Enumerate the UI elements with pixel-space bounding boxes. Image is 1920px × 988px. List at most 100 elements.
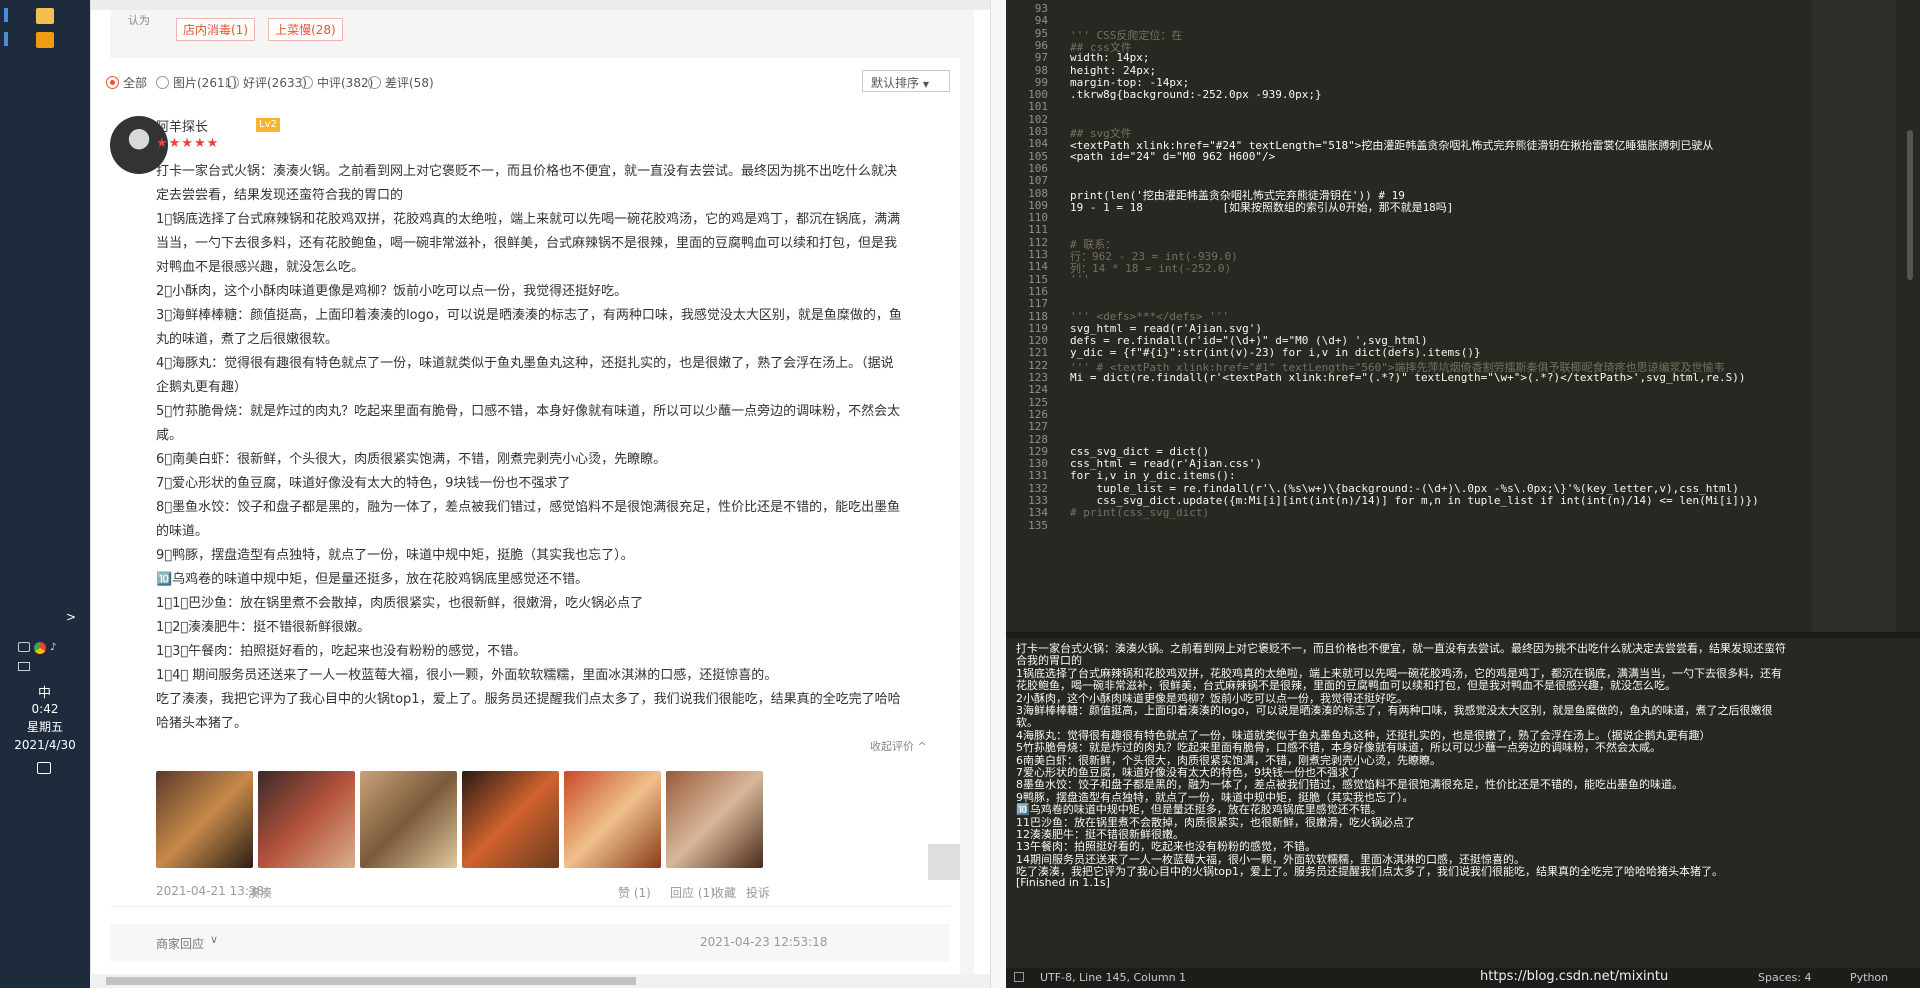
line-number: 111	[1028, 223, 1048, 237]
radio-icon	[300, 76, 313, 89]
panel-splitter[interactable]	[1006, 632, 1920, 638]
review-paragraph: 2⃣小酥肉，这个小酥肉味道更像是鸡柳？饭前小吃可以点一份，我觉得还挺好吃。	[156, 284, 628, 299]
review-paragraph: 打卡一家台式火锅：湊湊火锅。之前看到网上对它褒贬不一，而且价格也不便宜，就一直没…	[156, 164, 898, 203]
notification-icon[interactable]	[37, 762, 51, 774]
tag-list: 店内消毒(1) 上菜慢(28)	[176, 18, 351, 41]
clock-weekday: 星期五	[26, 720, 63, 734]
tag-slow-serving[interactable]: 上菜慢(28)	[268, 18, 343, 41]
line-number: 96	[1034, 38, 1048, 52]
tray-expand-icon[interactable]: >	[66, 610, 76, 624]
radio-icon	[156, 76, 169, 89]
code-line[interactable]: css_html = read(r'Ajian.css')	[1070, 457, 1262, 470]
divider	[110, 906, 950, 907]
filter-good-label: 好评(2633)	[243, 76, 307, 90]
keyboard-icon[interactable]	[18, 662, 30, 671]
scrollbar-thumb[interactable]	[106, 977, 636, 985]
line-number: 104	[1028, 137, 1048, 151]
review-photo[interactable]	[360, 771, 457, 868]
line-number: 110	[1028, 211, 1048, 225]
code-line[interactable]: '''	[1070, 273, 1090, 286]
panel-toggle-icon[interactable]	[1014, 972, 1024, 982]
line-number: 129	[1028, 444, 1048, 458]
encoding-position: UTF-8, Line 145, Column 1	[1040, 971, 1187, 984]
code-line[interactable]: tuple_list = re.findall(r'\.(%s\w+)\{bac…	[1070, 482, 1738, 495]
code-line[interactable]: 列：14 * 18 = int(-252.0)	[1070, 260, 1231, 276]
code-line[interactable]: width: 14px;	[1070, 51, 1149, 64]
volume-icon[interactable]: ♪	[50, 642, 56, 654]
filter-good[interactable]: 好评(2633)	[226, 74, 307, 91]
radio-icon	[368, 76, 381, 89]
horizontal-scrollbar[interactable]	[90, 974, 990, 988]
indent-setting[interactable]: Spaces: 4	[1758, 971, 1811, 984]
ime-indicator[interactable]: 中	[38, 682, 51, 701]
collapse-review-button[interactable]: 收起评价 ^	[870, 738, 927, 754]
page-left-border	[90, 0, 91, 988]
code-editor[interactable]: 93 94 95 ''' CSS反爬定位：在 96 ## css文件 97 width: 14…	[1006, 0, 1920, 632]
syntax-setting[interactable]: Python	[1850, 971, 1888, 984]
filter-mid-label: 中评(382)	[317, 76, 374, 90]
code-line[interactable]: svg_html = read(r'Ajian.svg')	[1070, 322, 1262, 335]
line-number: 116	[1028, 284, 1048, 298]
minimap[interactable]	[1812, 0, 1896, 632]
tag-disinfect[interactable]: 店内消毒(1)	[176, 18, 255, 41]
line-number: 94	[1034, 14, 1048, 28]
report-button[interactable]: 投诉	[746, 884, 770, 901]
filter-images[interactable]: 图片(2611)	[156, 74, 237, 91]
windows-taskbar: > ♪ 中 0:42 星期五 2021/4/30	[0, 0, 90, 988]
line-number: 126	[1028, 407, 1048, 421]
vertical-scrollbar[interactable]	[960, 10, 974, 974]
review-photo[interactable]	[666, 771, 763, 868]
line-number: 122	[1028, 358, 1048, 372]
code-line[interactable]: ''' <defs>***</defs> '''	[1070, 310, 1229, 323]
code-line[interactable]: css_svg_dict.update({m:Mi[i][int(int(n)/…	[1070, 494, 1758, 507]
merchant-reply-toggle[interactable]: 商家回应	[156, 935, 204, 952]
code-line[interactable]: 19 - 1 = 18 [如果按照数组的索引从0开始，那不就是18吗]	[1070, 199, 1453, 215]
favorite-button[interactable]: 收藏	[712, 884, 736, 901]
code-line[interactable]: y_dic = {f"#{i}":str(int(v)-23) for i,v …	[1070, 346, 1481, 359]
line-number: 109	[1028, 198, 1048, 212]
review-paragraph: 1⃣4⃣ 期间服务员还送来了一人一枚蓝莓大福，很小一颗，外面软软糯糯，里面冰淇淋…	[156, 668, 778, 683]
clock-time: 0:42	[31, 702, 59, 716]
line-number: 127	[1028, 420, 1048, 434]
code-line[interactable]: <path id="24" d="M0 962 H600"/>	[1070, 150, 1275, 163]
sort-dropdown[interactable]: 默认排序 ▼	[862, 70, 950, 92]
line-number: 117	[1028, 297, 1048, 311]
review-paragraph: 1⃣3⃣午餐肉：拍照挺好看的，吃起来也没有粉粉的感觉，不错。	[156, 644, 527, 659]
review-paragraph: 7⃣爱心形状的鱼豆腐，味道好像没有太大的特色，9块钱一份也不强求了	[156, 476, 571, 491]
code-line[interactable]: height: 24px;	[1070, 64, 1156, 77]
review-photo[interactable]	[258, 771, 355, 868]
code-line[interactable]: defs = re.findall(r'id="(\d+)" d="M0 (\d…	[1070, 334, 1428, 347]
line-number: 99	[1034, 75, 1048, 89]
chevron-down-icon[interactable]: ∨	[210, 933, 218, 946]
editor-scrollbar[interactable]	[1904, 0, 1916, 632]
clock[interactable]: 0:42 星期五 2021/4/30	[0, 700, 90, 754]
fullscreen-icon[interactable]	[928, 844, 964, 880]
reply-button[interactable]: 回应 (1)	[670, 884, 715, 901]
star-rating: ★★★★★	[156, 136, 220, 151]
line-number: 118	[1028, 309, 1048, 323]
filter-all[interactable]: 全部	[106, 74, 147, 91]
shop-name[interactable]: 湊湊	[248, 884, 272, 901]
scrollbar-thumb[interactable]	[1907, 130, 1913, 280]
review-photo[interactable]	[564, 771, 661, 868]
review-photo[interactable]	[462, 771, 559, 868]
code-line[interactable]: margin-top: -14px;	[1070, 76, 1189, 89]
filter-mid[interactable]: 中评(382)	[300, 74, 373, 91]
network-icon[interactable]	[18, 642, 30, 652]
like-button[interactable]: 赞 (1)	[618, 884, 651, 901]
code-line[interactable]: Mi = dict(re.findall(r'<textPath xlink:h…	[1070, 371, 1746, 384]
code-line[interactable]: # print(css_svg_dict)	[1070, 506, 1209, 519]
code-line[interactable]: for i,v in y_dic.items():	[1070, 469, 1236, 482]
watermark: https://blog.csdn.net/mixintu	[1480, 969, 1669, 984]
review-paragraph: 8⃣墨鱼水饺：饺子和盘子都是黑的，融为一体了，差点被我们错过，感觉馅料不是很饱满…	[156, 500, 901, 539]
chrome-icon[interactable]	[34, 642, 46, 654]
console-line: 3海鲜棒棒糖：颜值挺高，上面印着湊湊的logo，可以说是晒湊湊的标志了，有两种口…	[1016, 704, 1773, 717]
code-line[interactable]: css_svg_dict = dict()	[1070, 445, 1209, 458]
review-photo[interactable]	[156, 771, 253, 868]
reviewer-name[interactable]: 阿羊探长	[156, 116, 208, 135]
file-explorer-icon[interactable]	[36, 8, 54, 24]
sublime-text-icon[interactable]	[36, 32, 54, 48]
filter-bad[interactable]: 差评(58)	[368, 74, 434, 91]
review-paragraph: 4⃣海豚丸：觉得很有趣很有特色就点了一份，味道就类似于鱼丸墨鱼丸这种，还挺扎实的…	[156, 356, 894, 395]
code-line[interactable]: .tkrw8g{background:-252.0px -939.0px;}	[1070, 88, 1322, 101]
